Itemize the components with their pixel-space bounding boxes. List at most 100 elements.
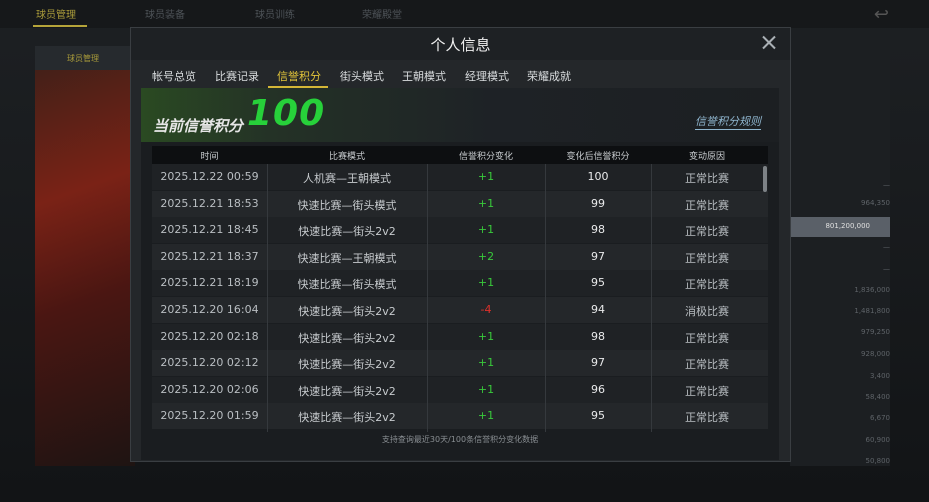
bg-right-row: 1,836,000 <box>854 286 890 294</box>
cell-change: +1 <box>477 170 495 183</box>
cell-reason: 正常比赛 <box>685 278 729 292</box>
score-rules-link[interactable]: 信誉积分规则 <box>695 113 761 130</box>
dialog-header: 个人信息 <box>131 28 790 60</box>
table-row: 2025.12.20 02:06 快速比赛—街头2v2 +1 96 正常比赛 <box>152 376 768 403</box>
bg-right-row: — <box>883 265 890 273</box>
query-limit-note: 支持查询最近30天/100条信誉积分变化数据 <box>381 435 539 444</box>
cell-reason: 正常比赛 <box>685 331 729 345</box>
table-header: 时间 比赛模式 信誉积分变化 变化后信誉积分 变动原因 <box>152 146 768 164</box>
cell-mode: 快速比赛—街头2v2 <box>298 305 396 318</box>
bg-tab-player-equipment[interactable]: 球员装备 <box>145 6 185 21</box>
table-row: 2025.12.20 02:12 快速比赛—街头2v2 +1 97 正常比赛 <box>152 350 768 377</box>
player-portrait <box>35 46 135 466</box>
cell-reason: 正常比赛 <box>685 384 729 398</box>
back-icon[interactable]: ↩ <box>874 4 889 25</box>
cell-after-score: 95 <box>591 409 605 423</box>
bg-tab-player-management[interactable]: 球员管理 <box>36 6 76 21</box>
cell-reason: 正常比赛 <box>685 172 729 185</box>
cell-change: +1 <box>477 356 495 370</box>
bg-right-row: 964,350 <box>861 199 890 207</box>
cell-mode: 快速比赛—街头2v2 <box>298 225 396 239</box>
column-header-time: 时间 <box>200 152 219 162</box>
cell-change: +1 <box>477 329 495 343</box>
cell-change: +1 <box>477 276 495 290</box>
column-divider <box>267 164 268 432</box>
cell-time: 2025.12.22 00:59 <box>160 170 259 183</box>
cell-reason: 正常比赛 <box>685 411 729 425</box>
cell-change: -4 <box>480 303 492 316</box>
cell-after-score: 97 <box>591 249 605 263</box>
bg-highlight-value: 801,200,000 <box>825 222 870 230</box>
tab-account-overview[interactable]: 帐号总览 <box>152 68 196 84</box>
cell-mode: 快速比赛—街头2v2 <box>298 358 396 372</box>
tab-honor-achievements[interactable]: 荣耀成就 <box>527 68 571 84</box>
bg-right-row: 928,000 <box>861 350 890 358</box>
tab-credit-score[interactable]: 信誉积分 <box>277 68 321 84</box>
cell-reason: 消极比赛 <box>685 305 729 318</box>
cell-change: +2 <box>477 249 495 263</box>
close-icon[interactable] <box>760 33 778 51</box>
table-scrollbar[interactable] <box>763 166 767 192</box>
cell-time: 2025.12.21 18:53 <box>160 196 259 210</box>
score-banner: 当前信誉积分 100 信誉积分规则 <box>141 88 779 142</box>
cell-time: 2025.12.21 18:45 <box>160 223 259 237</box>
table-row: 2025.12.22 00:59 人机赛—王朝模式 +1 100 正常比赛 <box>152 164 768 190</box>
cell-after-score: 95 <box>591 276 605 290</box>
tab-street-mode[interactable]: 街头模式 <box>340 68 384 84</box>
bg-active-tab-indicator <box>33 25 87 27</box>
cell-time: 2025.12.20 16:04 <box>160 303 259 316</box>
dialog-title: 个人信息 <box>430 36 491 54</box>
cell-after-score: 97 <box>591 356 605 370</box>
current-score-label: 当前信誉积分 <box>153 117 244 135</box>
bg-right-row: 3,400 <box>869 372 890 380</box>
table-row: 2025.12.21 18:45 快速比赛—街头2v2 +1 98 正常比赛 <box>152 217 768 244</box>
cell-mode: 快速比赛—街头模式 <box>297 198 397 212</box>
column-header-change: 信誉积分变化 <box>458 152 513 162</box>
bg-left-tab: 球员管理 <box>35 46 135 70</box>
dialog-tabs: 帐号总览 比赛记录 信誉积分 街头模式 王朝模式 经理模式 荣耀成就 <box>131 60 790 88</box>
cell-reason: 正常比赛 <box>685 251 729 265</box>
cell-after-score: 98 <box>591 329 605 343</box>
cell-mode: 人机赛—王朝模式 <box>303 172 391 185</box>
cell-time: 2025.12.20 01:59 <box>160 409 259 423</box>
cell-after-score: 99 <box>591 196 605 210</box>
column-header-mode: 比赛模式 <box>328 152 365 162</box>
cell-reason: 正常比赛 <box>685 225 729 239</box>
cell-after-score: 100 <box>587 170 609 183</box>
table-row: 2025.12.21 18:53 快速比赛—街头模式 +1 99 正常比赛 <box>152 190 768 217</box>
table-row: 2025.12.20 02:18 快速比赛—街头2v2 +1 98 正常比赛 <box>152 323 768 350</box>
score-history-table[interactable]: 2025.12.22 00:59 人机赛—王朝模式 +1 100 正常比赛 2025.12… <box>152 164 768 432</box>
cell-after-score: 96 <box>591 382 605 396</box>
credit-score-panel: 当前信誉积分 100 信誉积分规则 时间 比赛模式 信誉积分变化 变化后信誉积分… <box>141 88 779 460</box>
cell-after-score: 94 <box>591 303 605 316</box>
table-row: 2025.12.21 18:37 快速比赛—王朝模式 +2 97 正常比赛 <box>152 243 768 270</box>
bg-right-row: — <box>883 181 890 189</box>
cell-mode: 快速比赛—街头模式 <box>297 278 397 292</box>
cell-mode: 快速比赛—街头2v2 <box>298 331 396 345</box>
bg-left-tab-label: 球员管理 <box>67 54 99 63</box>
cell-change: +1 <box>477 196 495 210</box>
cell-mode: 快速比赛—王朝模式 <box>297 251 397 265</box>
tab-manager-mode[interactable]: 经理模式 <box>465 68 509 84</box>
cell-after-score: 98 <box>591 223 605 237</box>
cell-change: +1 <box>477 223 495 237</box>
tab-dynasty-mode[interactable]: 王朝模式 <box>402 68 446 84</box>
column-header-after: 变化后信誉积分 <box>566 152 630 162</box>
bg-tab-hall-of-fame[interactable]: 荣耀殿堂 <box>362 6 402 21</box>
column-header-reason: 变动原因 <box>688 152 725 162</box>
cell-time: 2025.12.20 02:18 <box>160 329 259 343</box>
bg-tab-player-training[interactable]: 球员训练 <box>255 6 295 21</box>
cell-reason: 正常比赛 <box>685 358 729 372</box>
table-row: 2025.12.21 18:19 快速比赛—街头模式 +1 95 正常比赛 <box>152 270 768 297</box>
bg-right-row: 50,800 <box>865 457 891 465</box>
cell-reason: 正常比赛 <box>685 198 729 212</box>
cell-change: +1 <box>477 382 495 396</box>
bg-right-row: 60,900 <box>865 436 891 444</box>
table-row: 2025.12.20 01:59 快速比赛—街头2v2 +1 95 正常比赛 <box>152 403 768 430</box>
background-top-nav: 球员管理 球员装备 球员训练 荣耀殿堂 ↩ <box>0 0 929 28</box>
current-score-value: 100 <box>247 93 326 134</box>
bg-right-row: — <box>883 243 890 251</box>
cell-time: 2025.12.20 02:06 <box>160 382 259 396</box>
tab-match-records[interactable]: 比赛记录 <box>215 68 259 84</box>
bg-right-row: 979,250 <box>861 328 890 336</box>
